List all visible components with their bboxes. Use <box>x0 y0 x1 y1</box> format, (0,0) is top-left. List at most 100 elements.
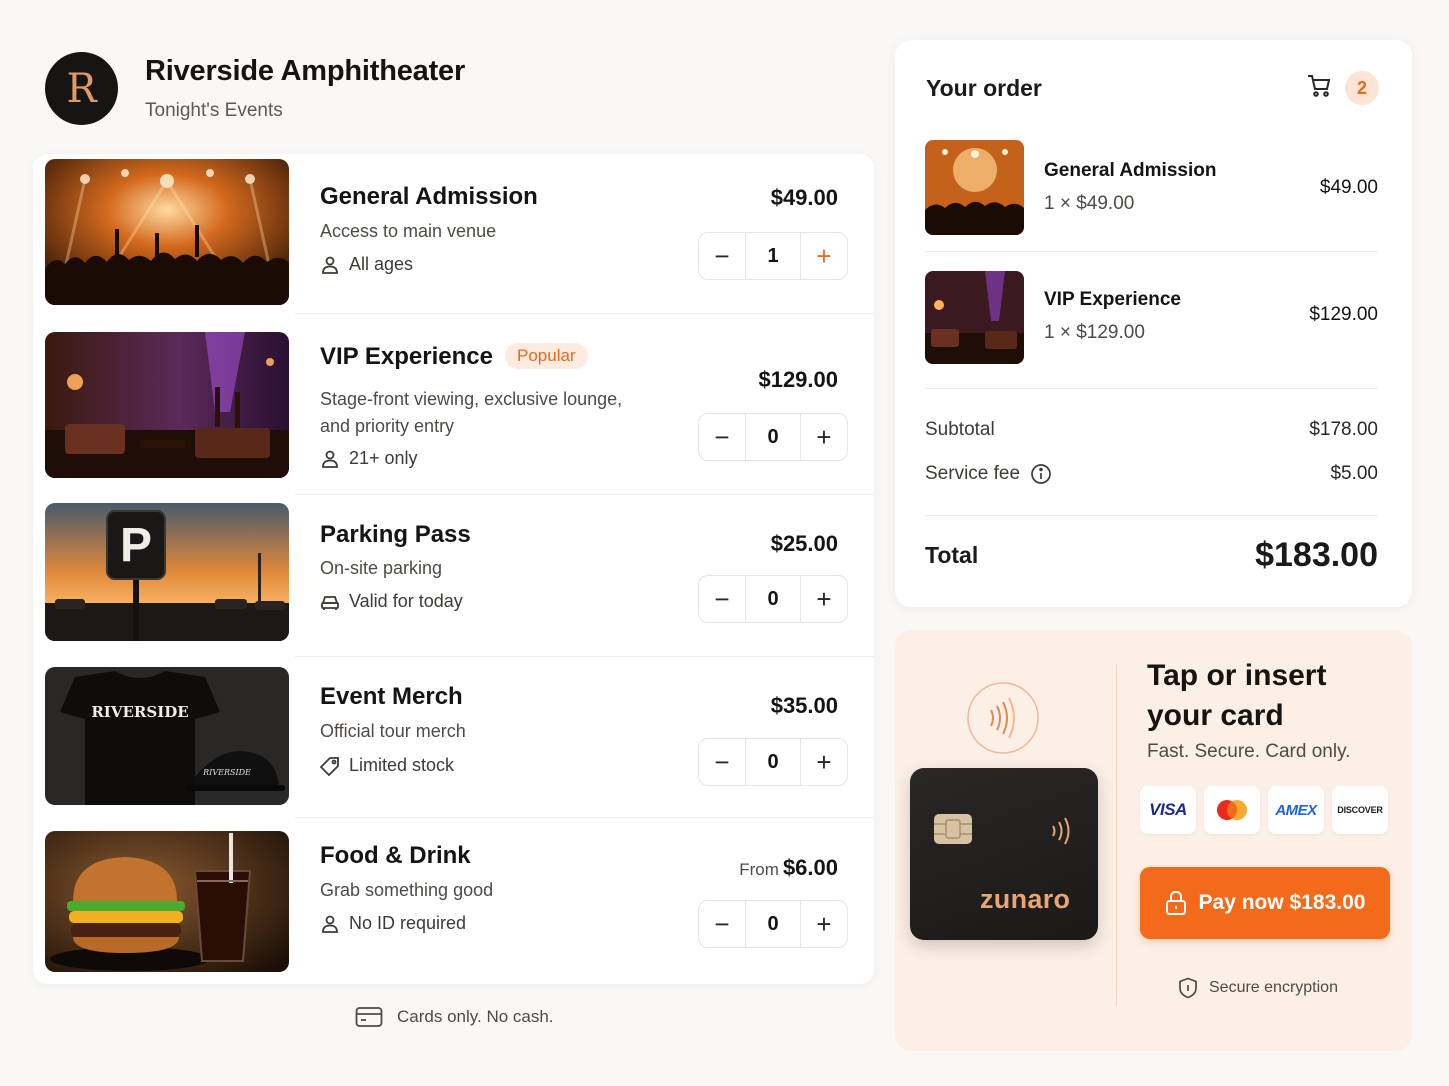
merch-tshirt-image: RIVERSIDE RIVERSIDE <box>45 667 289 805</box>
discover-logo: DISCOVER <box>1332 786 1388 834</box>
secure-encryption-note: Secure encryption <box>1178 977 1338 999</box>
ticket-meta: Limited stock <box>320 755 454 776</box>
venue-title: Riverside Amphitheater <box>145 55 466 87</box>
quantity-value: 0 <box>767 750 779 773</box>
quantity-stepper[interactable]: − 1 + <box>698 232 848 280</box>
ticket-description-line: and priority entry <box>320 416 455 436</box>
ticket-description: Stage-front viewing, exclusive lounge, a… <box>320 386 622 440</box>
order-title: Your order <box>926 75 1042 101</box>
divider <box>925 251 1378 252</box>
person-icon <box>322 915 338 933</box>
pay-now-label: Pay now $183.00 <box>1198 891 1366 914</box>
ticket-name: Parking Pass <box>320 521 471 548</box>
decrease-button[interactable]: − <box>699 901 746 947</box>
decrease-button[interactable]: − <box>699 576 746 622</box>
contactless-icon <box>967 682 1039 754</box>
ticket-name: VIP Experience <box>320 343 493 370</box>
ticket-meta: 21+ only <box>320 448 418 469</box>
venue-subtitle: Tonight's Events <box>145 100 283 121</box>
increase-button[interactable]: + <box>800 233 847 279</box>
concert-crowd-thumbnail <box>925 140 1024 235</box>
quantity-stepper[interactable]: − 0 + <box>698 900 848 948</box>
car-icon <box>321 595 339 610</box>
service-fee-row: Service fee $5.00 <box>925 463 1378 485</box>
tap-subtitle: Fast. Secure. Card only. <box>1147 741 1351 762</box>
order-item: VIP Experience 1 × $129.00 $129.00 <box>925 271 1378 367</box>
price-value: $6.00 <box>782 855 838 880</box>
subtotal-row: Subtotal $178.00 <box>925 419 1378 441</box>
ticket-meta: Valid for today <box>320 591 463 612</box>
burger-drink-image <box>45 831 289 972</box>
order-item-name: VIP Experience <box>1044 289 1181 310</box>
ticket-name: Event Merch <box>320 683 463 710</box>
ticket-price: $35.00 <box>770 693 838 718</box>
amex-logo-text: AMEX <box>1275 801 1317 819</box>
quantity-value: 0 <box>767 912 779 935</box>
ticket-price: $49.00 <box>770 185 838 210</box>
ticket-event-merch: RIVERSIDE RIVERSIDE Event Merch Official… <box>33 657 874 817</box>
shirt-print: RIVERSIDE <box>91 703 188 721</box>
discover-logo-text: DISCOVER <box>1337 805 1383 815</box>
pay-now-button[interactable]: Pay now $183.00 <box>1140 867 1390 939</box>
decrease-button[interactable]: − <box>699 414 746 460</box>
increase-button[interactable]: + <box>800 739 847 785</box>
service-fee-value: $5.00 <box>1330 463 1378 484</box>
cards-note-text: Cards only. No cash. <box>397 1007 554 1026</box>
cart-count-badge: 2 <box>1345 71 1379 105</box>
credit-card-icon <box>355 1007 383 1027</box>
ticket-meta-label: 21+ only <box>349 448 418 468</box>
vertical-divider <box>1116 664 1117 1006</box>
popular-badge: Popular <box>505 343 588 369</box>
ticket-meta: All ages <box>320 254 413 275</box>
mastercard-logo <box>1204 786 1260 834</box>
increase-button[interactable]: + <box>800 414 847 460</box>
amex-logo: AMEX <box>1268 786 1324 834</box>
tap-title: Tap or insert your card <box>1147 656 1326 736</box>
venue-logo: R <box>45 52 118 125</box>
payment-card-illustration: zunaro <box>910 768 1098 940</box>
payment-panel: zunaro Tap or insert your card Fast. Sec… <box>895 630 1412 1051</box>
vip-lounge-thumbnail <box>925 271 1024 364</box>
divider <box>925 388 1378 389</box>
accepted-cards: VISA AMEX DISCOVER <box>1140 786 1388 834</box>
subtotal-value: $178.00 <box>1309 419 1378 440</box>
ticket-list: General Admission Access to main venue A… <box>33 154 874 984</box>
ticket-meta: No ID required <box>320 913 466 934</box>
ticket-price: From $6.00 <box>739 855 838 881</box>
ticket-general-admission: General Admission Access to main venue A… <box>33 154 874 312</box>
quantity-stepper[interactable]: − 0 + <box>698 738 848 786</box>
ticket-meta-label: No ID required <box>349 913 467 933</box>
cap-print: RIVERSIDE <box>202 768 251 777</box>
ticket-meta-label: Valid for today <box>349 591 463 611</box>
ticket-description: Access to main venue <box>320 221 497 241</box>
quantity-stepper[interactable]: − 0 + <box>698 575 848 623</box>
quantity-value: 1 <box>767 244 779 267</box>
ticket-name: General Admission <box>320 183 538 210</box>
ticket-description: On-site parking <box>320 558 443 578</box>
decrease-button[interactable]: − <box>699 739 746 785</box>
visa-logo: VISA <box>1140 786 1196 834</box>
decrease-button[interactable]: − <box>699 233 746 279</box>
secure-note-text: Secure encryption <box>1209 979 1338 996</box>
tap-title-line: your card <box>1147 699 1284 732</box>
quantity-stepper[interactable]: − 0 + <box>698 413 848 461</box>
info-icon[interactable] <box>1030 463 1052 485</box>
divider <box>925 515 1378 516</box>
ticket-price: $129.00 <box>758 367 838 392</box>
ticket-description: Official tour merch <box>320 721 466 741</box>
total-value: $183.00 <box>1255 536 1378 574</box>
person-icon <box>322 256 338 274</box>
quantity-value: 0 <box>767 587 779 610</box>
ticket-parking-pass: P Parking Pass On-site parking Valid for… <box>33 495 874 656</box>
card-brand-logo: zunaro <box>980 884 1071 914</box>
order-summary: Your order 2 General Admission 1 × $49.0… <box>895 40 1412 607</box>
tag-icon <box>320 756 339 776</box>
ticket-meta-label: All ages <box>349 254 414 274</box>
cart-icon[interactable] <box>1306 73 1332 99</box>
shield-icon <box>1179 977 1197 999</box>
venue-header: R Riverside Amphitheater Tonight's Event… <box>45 52 465 125</box>
total-label: Total <box>925 542 979 568</box>
increase-button[interactable]: + <box>800 576 847 622</box>
increase-button[interactable]: + <box>800 901 847 947</box>
vip-lounge-image <box>45 332 289 478</box>
